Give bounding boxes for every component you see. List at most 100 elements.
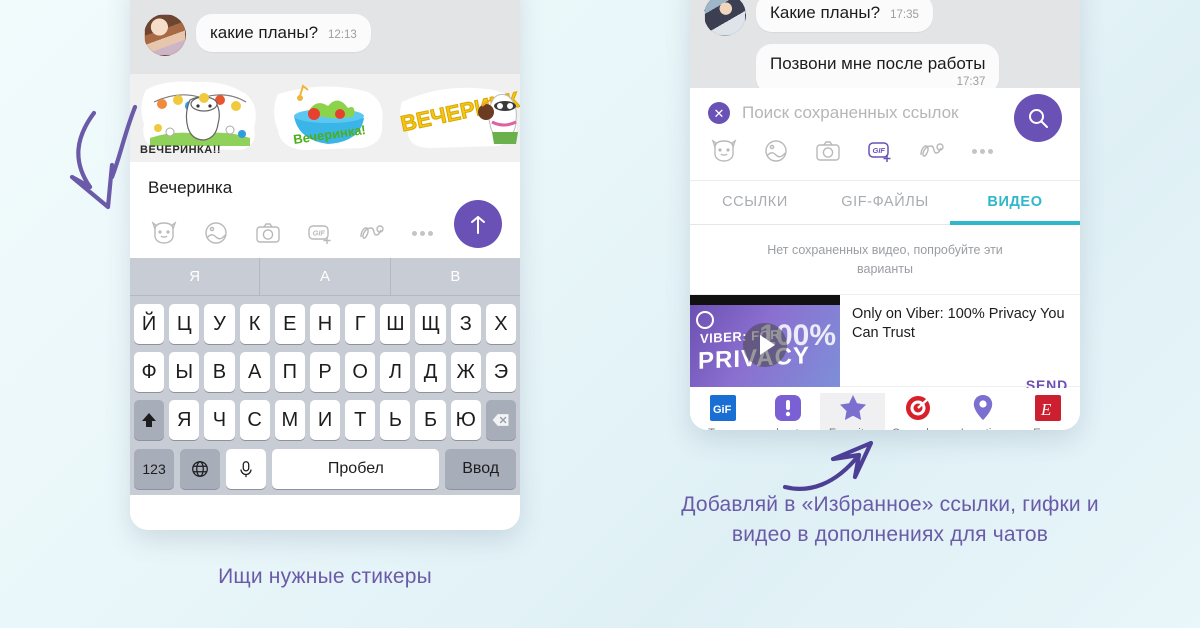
- app-tab-label: Location: [961, 428, 1004, 430]
- chat-bubble[interactable]: Какие планы? 17:35: [756, 0, 933, 32]
- gif-tenor-icon: GiF: [708, 393, 738, 423]
- doodle-icon[interactable]: [918, 138, 946, 164]
- search-button[interactable]: [1014, 94, 1062, 142]
- star-icon: [838, 393, 868, 423]
- key[interactable]: О: [345, 352, 376, 392]
- key[interactable]: Х: [485, 304, 517, 344]
- right-chat-area: Какие планы? 17:35 Позвони мне после раб…: [690, 0, 1080, 94]
- doodle-icon[interactable]: [358, 220, 386, 246]
- message-text: Позвони мне после работы: [770, 54, 986, 73]
- camera-icon[interactable]: [254, 220, 282, 246]
- image-icon[interactable]: [762, 138, 790, 164]
- app-tab-label: shouts: [771, 428, 805, 430]
- app-tab-tenor[interactable]: GiF Tenor: [690, 393, 755, 430]
- key[interactable]: Ь: [380, 400, 411, 440]
- suggestion-bar[interactable]: Я А В: [130, 258, 520, 296]
- search-input[interactable]: Поиск сохраненных ссылок: [742, 103, 958, 123]
- key[interactable]: Р: [309, 352, 341, 392]
- message-row: какие планы? 12:13: [130, 14, 520, 56]
- key[interactable]: К: [239, 304, 270, 344]
- suggestion-item[interactable]: Я: [130, 258, 261, 295]
- app-tab-comedy[interactable]: Comedy...: [885, 393, 950, 430]
- image-icon[interactable]: [202, 220, 230, 246]
- message-time: 12:13: [328, 29, 357, 41]
- key[interactable]: Б: [415, 400, 446, 440]
- key[interactable]: Н: [309, 304, 341, 344]
- enter-key[interactable]: Ввод: [445, 449, 517, 489]
- key[interactable]: М: [274, 400, 305, 440]
- video-title: Only on Viber: 100% Privacy You Can Trus…: [852, 305, 1065, 342]
- numeric-key[interactable]: 123: [134, 449, 175, 489]
- key[interactable]: Е: [274, 304, 305, 344]
- tab-links[interactable]: ССЫЛКИ: [690, 181, 820, 225]
- key[interactable]: Э: [485, 352, 517, 392]
- video-thumbnail[interactable]: 100% VIBER: FOR PRIVACY: [690, 294, 840, 387]
- more-icon[interactable]: [972, 148, 993, 154]
- tab-video[interactable]: ВИДЕО: [950, 181, 1080, 225]
- key[interactable]: В: [204, 352, 235, 392]
- key[interactable]: У: [204, 304, 235, 344]
- chat-bubble[interactable]: какие планы? 12:13: [196, 14, 371, 52]
- key[interactable]: Щ: [415, 304, 446, 344]
- message-row: Какие планы? 17:35: [690, 0, 1080, 36]
- key[interactable]: С: [239, 400, 270, 440]
- mic-key[interactable]: [226, 449, 267, 489]
- right-caption: Добавляй в «Избранное» ссылки, гифки и в…: [681, 493, 1099, 547]
- sticker-results-strip[interactable]: ВЕЧЕРИНКА!! Вечеринка! ВЕЧЕРИНКА!: [130, 74, 520, 162]
- gif-icon[interactable]: GIF: [306, 220, 334, 246]
- close-icon[interactable]: ✕: [708, 102, 730, 124]
- app-tab-label: Comedy...: [892, 428, 944, 430]
- space-key[interactable]: Пробел: [272, 449, 440, 489]
- message-text: какие планы?: [210, 23, 319, 42]
- saved-content-tabs[interactable]: ССЫЛКИ GIF-ФАЙЛЫ ВИДЕО: [690, 180, 1080, 225]
- compose-input[interactable]: Вечеринка: [130, 162, 520, 200]
- sticker-icon[interactable]: [710, 138, 738, 164]
- video-suggestion-card[interactable]: 100% VIBER: FOR PRIVACY Only on Viber: 1…: [690, 294, 1080, 388]
- app-tab-favorites[interactable]: Favorites: [820, 392, 885, 430]
- chat-extension-tabbar[interactable]: GiF Tenor shouts: [690, 386, 1080, 430]
- key[interactable]: Л: [380, 352, 411, 392]
- app-tab-edim[interactable]: E Едим: [1015, 393, 1080, 430]
- shift-key[interactable]: [133, 400, 165, 440]
- target-icon: [903, 393, 933, 423]
- key[interactable]: Ч: [204, 400, 235, 440]
- key[interactable]: И: [309, 400, 341, 440]
- app-tab-label: Едим: [1033, 428, 1062, 430]
- avatar: [704, 0, 746, 36]
- key[interactable]: П: [274, 352, 305, 392]
- exclamation-icon: [773, 393, 803, 423]
- key[interactable]: Д: [415, 352, 446, 392]
- key[interactable]: Г: [345, 304, 376, 344]
- key[interactable]: Ц: [169, 304, 200, 344]
- key[interactable]: Ф: [133, 352, 165, 392]
- message-text: Какие планы?: [770, 3, 881, 22]
- key[interactable]: Й: [133, 304, 165, 344]
- key[interactable]: Ы: [169, 352, 200, 392]
- key[interactable]: Т: [345, 400, 376, 440]
- chat-bubble[interactable]: Позвони мне после работы 17:37: [756, 44, 1000, 94]
- send-button[interactable]: [454, 200, 502, 248]
- sticker-item[interactable]: ВЕЧЕРИНКА!: [394, 76, 520, 160]
- key[interactable]: Ж: [450, 352, 481, 392]
- poster-canvas: Доставлено какие планы? 12:13: [0, 0, 1200, 628]
- virtual-keyboard[interactable]: Я А В Й Ц У К Е Н Г Ш Щ З Х Ф Ы В А П Р …: [130, 258, 520, 495]
- key[interactable]: З: [450, 304, 481, 344]
- tab-gifs[interactable]: GIF-ФАЙЛЫ: [820, 181, 950, 225]
- play-button-icon[interactable]: [743, 323, 787, 368]
- app-tab-location[interactable]: Location: [950, 393, 1015, 430]
- gif-icon[interactable]: GIF: [866, 138, 894, 164]
- left-caption: Ищи нужные стикеры: [218, 565, 432, 588]
- send-button[interactable]: SEND: [1026, 377, 1068, 388]
- key[interactable]: А: [239, 352, 270, 392]
- key[interactable]: Я: [169, 400, 200, 440]
- key[interactable]: Ш: [380, 304, 411, 344]
- suggestion-item[interactable]: А: [260, 258, 391, 295]
- sticker-item[interactable]: Вечеринка!: [264, 76, 394, 160]
- backspace-key[interactable]: [485, 400, 517, 440]
- app-tab-shouts[interactable]: shouts: [755, 393, 820, 430]
- globe-key[interactable]: [180, 449, 221, 489]
- key[interactable]: Ю: [450, 400, 481, 440]
- suggestion-item[interactable]: В: [391, 258, 520, 295]
- camera-icon[interactable]: [814, 138, 842, 164]
- more-icon[interactable]: [412, 230, 433, 236]
